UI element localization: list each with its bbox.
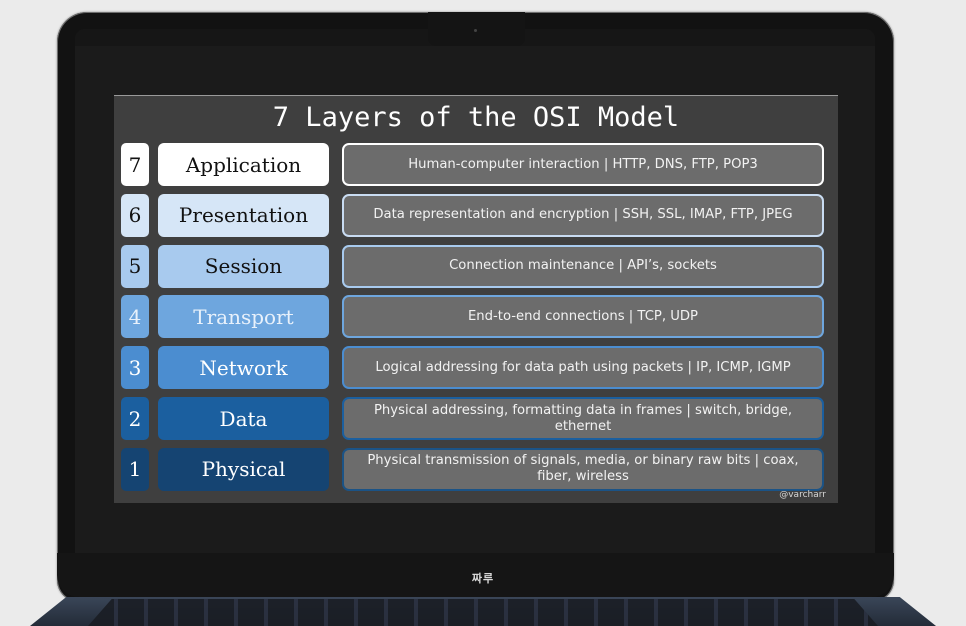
layer-row: 2 Data Physical addressing, formatting dat…	[114, 397, 838, 442]
layer-name: Application	[158, 143, 329, 186]
layer-description: Human-computer interaction | HTTP, DNS, …	[342, 143, 824, 186]
layer-number: 6	[121, 193, 149, 237]
brand-label: 짜루	[471, 572, 495, 585]
credit-label: @varcharr	[779, 490, 826, 500]
layer-description: Physical transmission of signals, media,…	[342, 447, 824, 491]
layer-number: 4	[121, 295, 149, 339]
layer-row: 7 Application Human-computer interaction |…	[114, 143, 838, 188]
layer-number: 3	[121, 346, 149, 390]
camera-icon	[474, 29, 477, 32]
layer-row: 3 Network Logical addressing for data path…	[114, 346, 838, 391]
layer-description: Physical addressing, formatting data in …	[342, 397, 824, 440]
layer-description: Connection maintenance | API’s, sockets	[342, 244, 824, 288]
layer-description: Data representation and encryption | SSH…	[342, 193, 824, 237]
layer-number: 7	[121, 143, 149, 186]
layer-number: 2	[121, 397, 149, 440]
slide-title: 7 Layers of the OSI Model	[272, 102, 680, 133]
layer-description: Logical addressing for data path using p…	[342, 346, 824, 390]
layer-name: Physical	[158, 447, 329, 491]
layer-row: 5 Session Connection maintenance | API’s, …	[114, 244, 838, 290]
keyboard	[88, 599, 878, 626]
layer-number: 5	[121, 244, 149, 288]
layer-row: 1 Physical Physical transmission of signal…	[114, 447, 838, 493]
layer-name: Presentation	[158, 193, 329, 237]
layer-name: Network	[158, 346, 329, 390]
layer-name: Transport	[158, 295, 329, 339]
layer-number: 1	[121, 447, 149, 491]
osi-slide: 7 Layers of the OSI Model 7 Application Hu…	[114, 95, 838, 503]
layer-row: 4 Transport End-to-end connections | TCP, …	[114, 295, 838, 340]
layer-name: Data	[158, 397, 329, 440]
layer-row: 6 Presentation Data representation and enc…	[114, 193, 838, 239]
layer-name: Session	[158, 244, 329, 288]
layer-description: End-to-end connections | TCP, UDP	[342, 295, 824, 339]
